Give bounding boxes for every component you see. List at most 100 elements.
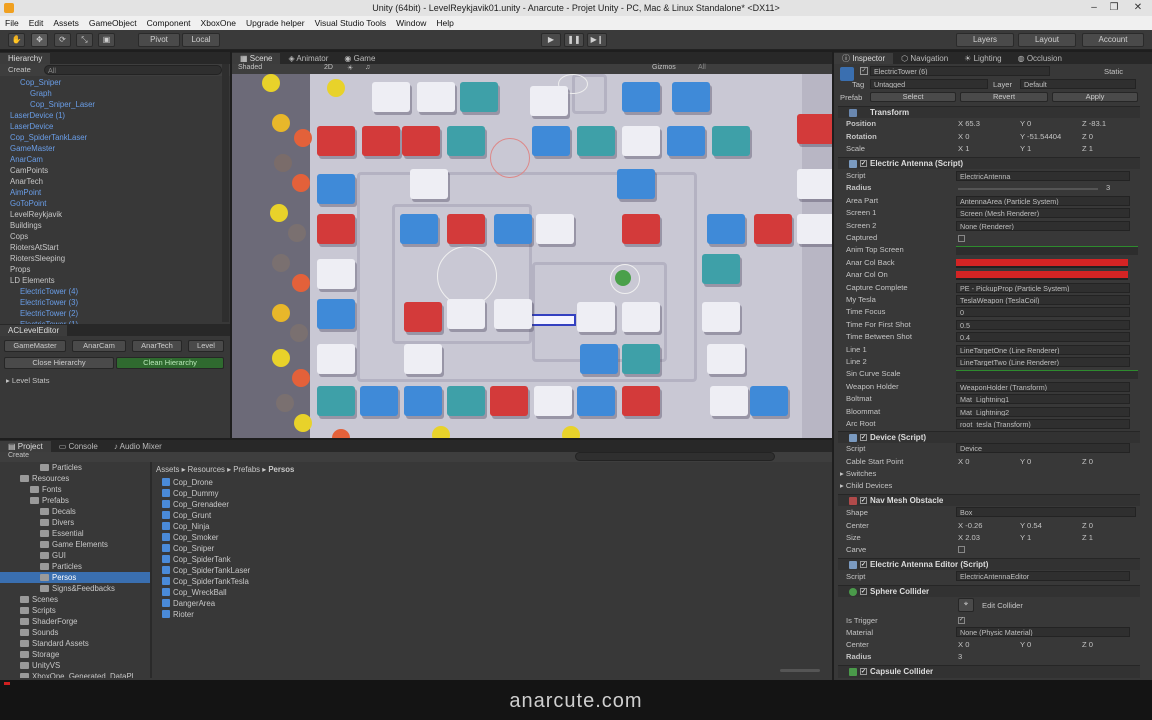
pivot-toggle[interactable]: Pivot: [138, 33, 180, 47]
map-building[interactable]: [317, 299, 355, 329]
position-x[interactable]: X 65.3: [958, 119, 980, 128]
map-building[interactable]: [460, 82, 498, 112]
tab-animator[interactable]: ◈ Animator: [280, 53, 336, 64]
map-building[interactable]: [317, 344, 355, 374]
map-building[interactable]: [362, 126, 400, 156]
project-file[interactable]: Cop_SpiderTankTesla: [162, 576, 462, 587]
map-building[interactable]: [580, 344, 618, 374]
editor-script-field[interactable]: ElectricAntennaEditor: [956, 571, 1130, 581]
switches-foldout[interactable]: ▸ Switches: [840, 469, 876, 478]
child-devices-foldout[interactable]: ▸ Child Devices: [840, 481, 892, 490]
hierarchy-item[interactable]: RiotersAtStart: [0, 242, 230, 253]
antenna-field-value[interactable]: LineTargetTwo (Line Renderer): [956, 357, 1130, 367]
rotate-tool-icon[interactable]: ⟳: [54, 33, 71, 47]
scene-search-input[interactable]: All: [698, 64, 706, 71]
project-file[interactable]: Rioter: [162, 609, 462, 620]
antenna-field-value[interactable]: None (Renderer): [956, 220, 1130, 231]
menu-visual-studio-tools[interactable]: Visual Studio Tools: [310, 18, 392, 28]
play-button[interactable]: ▶: [541, 33, 561, 47]
hierarchy-item[interactable]: ElectricTower (2): [0, 308, 230, 319]
project-file[interactable]: Cop_Grunt: [162, 510, 462, 521]
capsule-collider-enabled-checkbox[interactable]: ✓: [860, 668, 867, 675]
antenna-field-value[interactable]: 3: [1106, 183, 1110, 192]
menu-file[interactable]: File: [0, 18, 24, 28]
gamemaster-button[interactable]: GameMaster: [4, 340, 66, 352]
captured-checkbox[interactable]: [958, 235, 965, 242]
project-folder[interactable]: Fonts: [0, 484, 150, 495]
antenna-editor-enabled-checkbox[interactable]: ✓: [860, 561, 867, 568]
hierarchy-item[interactable]: RiotersSleeping: [0, 253, 230, 264]
edit-collider-icon[interactable]: ⌖: [958, 598, 974, 612]
map-building[interactable]: [447, 214, 485, 244]
navmesh-size-z[interactable]: Z 1: [1082, 533, 1093, 542]
map-building[interactable]: [622, 302, 660, 332]
rotation-y[interactable]: Y -51.54404: [1020, 132, 1061, 141]
map-building[interactable]: [317, 174, 355, 204]
map-building[interactable]: [402, 126, 440, 156]
hierarchy-create-button[interactable]: Create: [8, 65, 31, 74]
lighting-toggle-icon[interactable]: ☀: [347, 64, 353, 72]
map-building[interactable]: [577, 302, 615, 332]
antenna-field-value[interactable]: LineTargetOne (Line Renderer): [956, 344, 1130, 355]
navmesh-size-y[interactable]: Y 1: [1020, 533, 1031, 542]
navmesh-center-y[interactable]: Y 0.54: [1020, 521, 1042, 530]
project-file[interactable]: Cop_Smoker: [162, 532, 462, 543]
hierarchy-item[interactable]: Cop_Sniper: [0, 77, 230, 88]
rotation-x[interactable]: X 0: [958, 132, 969, 141]
layers-dropdown[interactable]: Layers: [956, 33, 1014, 47]
hierarchy-item[interactable]: AnarCam: [0, 154, 230, 165]
tab-console[interactable]: ▭ Console: [51, 441, 106, 452]
navmesh-center-x[interactable]: X -0.26: [958, 521, 983, 530]
map-building[interactable]: [404, 344, 442, 374]
hierarchy-item[interactable]: Buildings: [0, 220, 230, 231]
navmesh-enabled-checkbox[interactable]: ✓: [860, 497, 867, 504]
curve-field[interactable]: [956, 370, 1138, 380]
map-building[interactable]: [372, 82, 410, 112]
hierarchy-item[interactable]: Graph: [0, 88, 230, 99]
map-building[interactable]: [494, 299, 532, 329]
scene-viewport[interactable]: [232, 74, 832, 438]
map-building[interactable]: [707, 214, 745, 244]
project-folder[interactable]: Scripts: [0, 605, 150, 616]
antenna-field-value[interactable]: Mat_Lightning1: [956, 394, 1130, 405]
map-building[interactable]: [404, 386, 442, 416]
hierarchy-item[interactable]: GoToPoint: [0, 198, 230, 209]
project-folder[interactable]: Divers: [0, 517, 150, 528]
project-folder[interactable]: Game Elements: [0, 539, 150, 550]
project-folder[interactable]: Persos: [0, 572, 150, 583]
map-building[interactable]: [622, 214, 660, 244]
map-building[interactable]: [710, 386, 748, 416]
map-building[interactable]: [702, 254, 740, 284]
menu-upgrade-helper[interactable]: Upgrade helper: [241, 18, 310, 28]
map-building[interactable]: [410, 169, 448, 199]
tab-aclevel-editor[interactable]: ACLevelEditor: [0, 325, 68, 336]
map-building[interactable]: [490, 386, 528, 416]
map-building[interactable]: [577, 386, 615, 416]
local-toggle[interactable]: Local: [182, 33, 220, 47]
hand-tool-icon[interactable]: ✋: [8, 33, 25, 47]
project-folder[interactable]: ShaderForge: [0, 616, 150, 627]
green-tower-marker[interactable]: [615, 270, 631, 286]
tab-audio-mixer[interactable]: ♪ Audio Mixer: [106, 441, 170, 452]
gizmos-dropdown[interactable]: Gizmos: [652, 64, 676, 71]
rotation-z[interactable]: Z 0: [1082, 132, 1093, 141]
cable-x[interactable]: X 0: [958, 457, 969, 466]
map-building[interactable]: [447, 299, 485, 329]
project-folder[interactable]: Particles: [0, 561, 150, 572]
transform-header[interactable]: Transform: [838, 106, 1140, 118]
move-tool-icon[interactable]: ✥: [31, 33, 48, 47]
antenna-field-value[interactable]: root_tesla (Transform): [956, 419, 1130, 429]
map-building[interactable]: [494, 214, 532, 244]
map-building[interactable]: [400, 214, 438, 244]
close-button[interactable]: ✕: [1128, 0, 1148, 16]
position-z[interactable]: Z -83.1: [1082, 119, 1106, 128]
project-folder[interactable]: UnityVS: [0, 660, 150, 671]
project-folder[interactable]: Storage: [0, 649, 150, 660]
radius-slider[interactable]: [958, 188, 1098, 191]
project-folder[interactable]: Decals: [0, 506, 150, 517]
prefab-apply-button[interactable]: Apply: [1052, 92, 1138, 102]
capsule-collider-header[interactable]: ✓ Capsule Collider: [838, 665, 1140, 678]
menu-edit[interactable]: Edit: [24, 18, 49, 28]
antenna-field-value[interactable]: Screen (Mesh Renderer): [956, 208, 1130, 219]
project-folder[interactable]: Sounds: [0, 627, 150, 638]
